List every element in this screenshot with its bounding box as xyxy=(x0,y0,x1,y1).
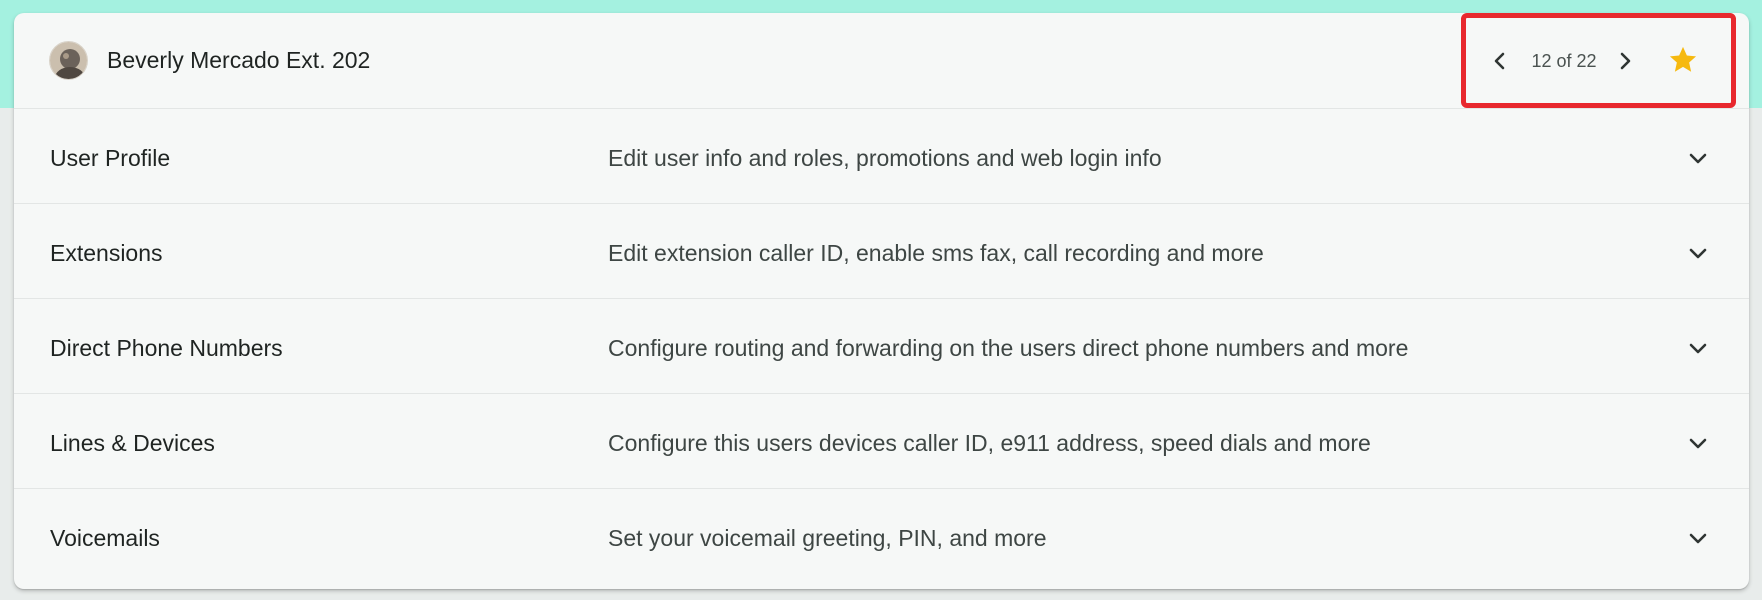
card-header: Beverly Mercado Ext. 202 12 of 22 xyxy=(14,13,1749,109)
row-title: Lines & Devices xyxy=(50,430,215,456)
chevron-down-icon[interactable] xyxy=(1684,239,1712,267)
settings-row-extensions[interactable]: Extensions Edit extension caller ID, ena… xyxy=(14,204,1749,299)
row-title: Extensions xyxy=(50,240,163,266)
row-title: Voicemails xyxy=(50,525,160,551)
settings-row-voicemails[interactable]: Voicemails Set your voicemail greeting, … xyxy=(14,489,1749,584)
chevron-right-icon xyxy=(1620,52,1631,70)
row-title: User Profile xyxy=(50,145,171,171)
chevron-down-icon[interactable] xyxy=(1684,429,1712,457)
settings-row-direct-phone-numbers[interactable]: Direct Phone Numbers Configure routing a… xyxy=(14,299,1749,394)
settings-list: User Profile Edit user info and roles, p… xyxy=(14,109,1749,584)
row-description: Configure this users devices caller ID, … xyxy=(608,430,1371,456)
star-icon xyxy=(1669,46,1697,72)
row-description: Configure routing and forwarding on the … xyxy=(608,335,1409,361)
chevron-left-icon xyxy=(1494,52,1505,70)
settings-row-user-profile[interactable]: User Profile Edit user info and roles, p… xyxy=(14,109,1749,204)
row-description: Edit user info and roles, promotions and… xyxy=(608,145,1162,171)
settings-row-lines-devices[interactable]: Lines & Devices Configure this users dev… xyxy=(14,394,1749,489)
user-name: Beverly Mercado Ext. 202 xyxy=(107,47,371,73)
row-title: Direct Phone Numbers xyxy=(50,335,283,361)
chevron-down-icon[interactable] xyxy=(1684,524,1712,552)
next-user-button[interactable] xyxy=(1611,47,1639,75)
favorite-button[interactable] xyxy=(1664,41,1702,79)
user-settings-card: Beverly Mercado Ext. 202 12 of 22 User P… xyxy=(14,13,1749,589)
chevron-down-icon[interactable] xyxy=(1684,144,1712,172)
user-avatar xyxy=(49,41,88,80)
previous-user-button[interactable] xyxy=(1486,47,1514,75)
pager-count: 12 of 22 xyxy=(1531,51,1597,71)
row-description: Set your voicemail greeting, PIN, and mo… xyxy=(608,525,1047,551)
chevron-down-icon[interactable] xyxy=(1684,334,1712,362)
row-description: Edit extension caller ID, enable sms fax… xyxy=(608,240,1264,266)
